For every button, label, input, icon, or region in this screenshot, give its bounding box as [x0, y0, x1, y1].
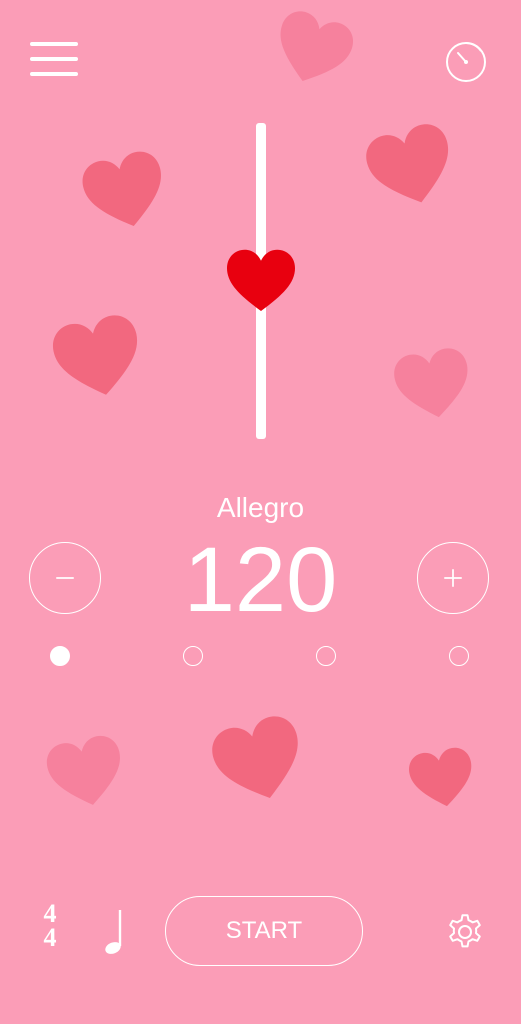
decor-heart-3 — [356, 111, 467, 220]
beat-dot-2[interactable] — [183, 646, 203, 666]
menu-bar-3 — [30, 72, 78, 76]
beat-dot-4[interactable] — [449, 646, 469, 666]
menu-bar-2 — [30, 57, 78, 61]
decor-heart-8 — [403, 741, 481, 816]
decor-heart-4 — [44, 305, 152, 408]
decor-heart-2 — [73, 141, 176, 241]
decor-heart-1 — [263, 0, 363, 98]
decrease-tempo-button[interactable] — [29, 542, 101, 614]
increase-tempo-button[interactable] — [417, 542, 489, 614]
menu-bar-1 — [30, 42, 78, 46]
decor-heart-5 — [387, 340, 479, 429]
stopwatch-icon[interactable] — [444, 40, 488, 84]
decor-heart-6 — [39, 727, 133, 818]
pendulum-heart-icon[interactable] — [222, 246, 300, 314]
tempo-name: Allegro — [216, 492, 305, 523]
quarter-note-icon[interactable] — [100, 906, 130, 956]
time-signature-button[interactable]: 4 4 — [38, 901, 62, 952]
beat-dot-1[interactable] — [50, 646, 70, 666]
plus-icon — [444, 569, 462, 587]
start-button[interactable]: START — [165, 896, 363, 966]
menu-button[interactable] — [30, 40, 80, 78]
beat-dot-3[interactable] — [316, 646, 336, 666]
gear-icon[interactable] — [443, 910, 487, 954]
time-signature-bottom: 4 — [43, 923, 57, 952]
decor-heart-7 — [202, 705, 317, 816]
